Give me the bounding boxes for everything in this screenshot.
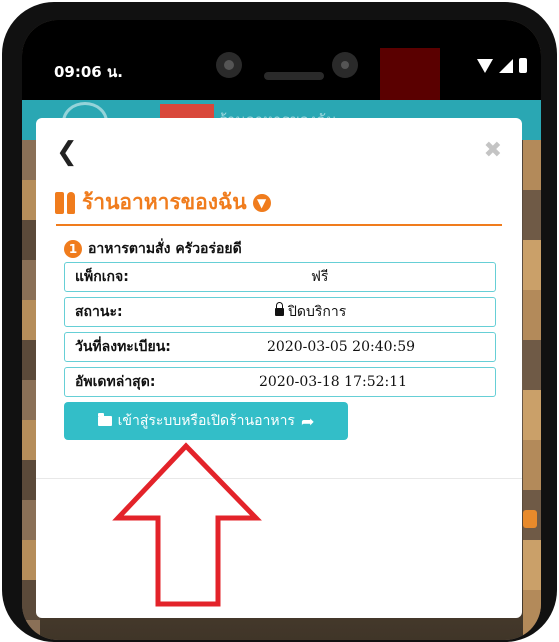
open-restaurant-button[interactable]: เข้าสู่ระบบหรือเปิดร้านอาหาร ➦: [64, 402, 348, 440]
front-sensor-icon: [332, 52, 358, 78]
restaurant-name: อาหารตามสั่ง ครัวอร่อยดี: [88, 241, 242, 257]
status-value-wrap: ปิดบริการ: [275, 301, 346, 323]
chevron-left-icon[interactable]: ❮: [56, 138, 80, 166]
close-icon[interactable]: ✖: [484, 138, 502, 163]
package-value: ฟรี: [311, 269, 329, 285]
folder-open-icon: [97, 413, 112, 426]
updated-value: 2020-03-18 17:52:11: [259, 374, 408, 390]
wifi-icon: [477, 58, 493, 73]
utensils-icon: [54, 190, 76, 216]
circle-down-icon[interactable]: ▼: [252, 193, 271, 212]
status-value: ปิดบริการ: [288, 304, 347, 320]
status-bar: 09:06 น.: [22, 20, 541, 100]
info-row-updated: อัพเดทล่าสุด: 2020-03-18 17:52:11: [64, 367, 496, 397]
info-row-registered: วันที่ลงทะเบียน: 2020-03-05 20:40:59: [64, 332, 496, 362]
modal-title[interactable]: ร้านอาหารของฉัน ▼: [54, 186, 271, 219]
background-badge: [523, 510, 537, 528]
modal-title-text: ร้านอาหารของฉัน: [82, 190, 247, 214]
title-divider: [56, 224, 502, 226]
battery-icon: [519, 58, 527, 73]
updated-label: อัพเดทล่าสุด:: [75, 374, 156, 390]
restaurant-heading: 1 อาหารตามสั่ง ครัวอร่อยดี: [64, 238, 242, 260]
restaurant-modal: ❮ ✖ ร้านอาหารของฉัน ▼ 1 อาหารตามสั่ง ครั…: [36, 118, 522, 618]
earpiece-speaker: [264, 72, 324, 80]
share-arrow-icon: ➦: [300, 411, 315, 431]
status-icons: [477, 58, 527, 73]
restaurant-index-badge: 1: [64, 240, 82, 258]
package-label: แพ็กเกจ:: [75, 269, 129, 285]
status-overlay-block: [380, 48, 440, 100]
open-restaurant-label: เข้าสู่ระบบหรือเปิดร้านอาหาร: [117, 413, 295, 429]
modal-footer-divider: [36, 478, 522, 479]
info-row-package: แพ็กเกจ: ฟรี: [64, 262, 496, 292]
signal-icon: [499, 58, 513, 73]
registered-value: 2020-03-05 20:40:59: [267, 339, 416, 355]
status-time: 09:06 น.: [54, 63, 123, 81]
background-content-right: [523, 140, 541, 640]
front-camera-icon: [216, 52, 242, 78]
status-label: สถานะ:: [75, 304, 123, 320]
registered-label: วันที่ลงทะเบียน:: [75, 339, 171, 355]
lock-icon: [275, 302, 284, 316]
info-row-status: สถานะ: ปิดบริการ: [64, 297, 496, 327]
